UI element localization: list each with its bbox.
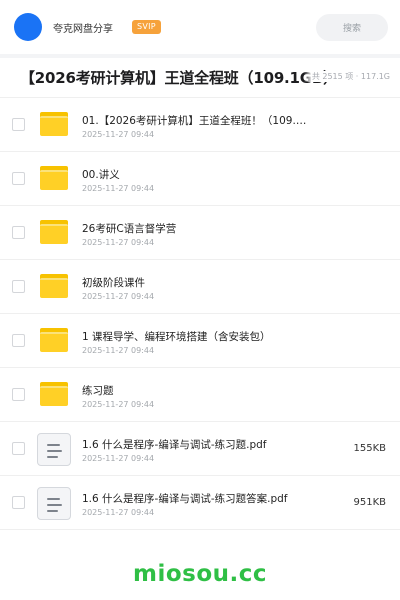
- item-date: 2025-11-27 09:44: [82, 508, 155, 517]
- folder-icon: [40, 382, 68, 406]
- item-date: 2025-11-27 09:44: [82, 292, 155, 301]
- item-name: 1.6 什么是程序-编译与调试-练习题.pdf: [82, 439, 267, 451]
- item-date: 2025-11-27 09:44: [82, 400, 155, 409]
- avatar[interactable]: [14, 13, 42, 41]
- folder-row[interactable]: 26考研C语言督学营 2025-11-27 09:44: [0, 206, 400, 260]
- folder-row[interactable]: 00.讲义 2025-11-27 09:44: [0, 152, 400, 206]
- page-title: 【2026考研计算机】王道全程班（109.1GB）: [20, 69, 338, 87]
- folder-icon: [40, 274, 68, 298]
- search-input[interactable]: 搜索: [316, 13, 388, 41]
- item-name: 26考研C语言督学营: [82, 223, 177, 235]
- document-icon: [37, 487, 71, 520]
- row-checkbox[interactable]: [12, 226, 25, 239]
- item-name: 初级阶段课件: [82, 277, 145, 289]
- row-checkbox[interactable]: [12, 280, 25, 293]
- file-row[interactable]: 1.6 什么是程序-编译与调试-练习题答案.pdf 2025-11-27 09:4…: [0, 476, 400, 530]
- folder-icon: [40, 112, 68, 136]
- item-size: 155KB: [353, 443, 386, 454]
- folder-row[interactable]: 初级阶段课件 2025-11-27 09:44: [0, 260, 400, 314]
- item-date: 2025-11-27 09:44: [82, 454, 155, 463]
- watermark: miosou.cc: [132, 561, 268, 587]
- footer: miosou.cc: [0, 548, 400, 600]
- item-date: 2025-11-27 09:44: [82, 130, 155, 139]
- row-checkbox[interactable]: [12, 442, 25, 455]
- item-date: 2025-11-27 09:44: [82, 238, 155, 247]
- row-checkbox[interactable]: [12, 172, 25, 185]
- svip-badge: SVIP: [132, 20, 161, 34]
- file-row[interactable]: 1.6 什么是程序-编译与调试-练习题.pdf 2025-11-27 09:44 1…: [0, 422, 400, 476]
- folder-row[interactable]: 01.【2026考研计算机】王道全程班！（109.1GB） 2025-11-27 …: [0, 98, 400, 152]
- site-name: 夸克网盘分享: [53, 23, 113, 35]
- folder-row[interactable]: 1 课程导学、编程环境搭建（含安装包） 2025-11-27 09:44: [0, 314, 400, 368]
- item-name: 练习题: [82, 385, 114, 397]
- item-size: 951KB: [353, 497, 386, 508]
- header: 夸克网盘分享 SVIP 搜索: [0, 0, 400, 54]
- document-icon: [37, 433, 71, 466]
- item-date: 2025-11-27 09:44: [82, 184, 155, 193]
- item-name: 1 课程导学、编程环境搭建（含安装包）: [82, 331, 271, 343]
- folder-row[interactable]: 练习题 2025-11-27 09:44: [0, 368, 400, 422]
- folder-icon: [40, 220, 68, 244]
- row-checkbox[interactable]: [12, 496, 25, 509]
- item-name: 00.讲义: [82, 169, 120, 181]
- file-list: 01.【2026考研计算机】王道全程班！（109.1GB） 2025-11-27 …: [0, 98, 400, 530]
- file-list-panel: 【2026考研计算机】王道全程班（109.1GB） 共 2515 项 · 117…: [0, 58, 400, 548]
- folder-icon: [40, 328, 68, 352]
- row-checkbox[interactable]: [12, 388, 25, 401]
- row-checkbox[interactable]: [12, 118, 25, 131]
- item-name: 1.6 什么是程序-编译与调试-练习题答案.pdf: [82, 493, 288, 505]
- item-date: 2025-11-27 09:44: [82, 346, 155, 355]
- row-checkbox[interactable]: [12, 334, 25, 347]
- title-bar: 【2026考研计算机】王道全程班（109.1GB） 共 2515 项 · 117…: [0, 58, 400, 98]
- search-placeholder: 搜索: [342, 23, 361, 34]
- item-count: 共 2515 项 · 117.1G: [303, 71, 390, 82]
- folder-icon: [40, 166, 68, 190]
- item-name: 01.【2026考研计算机】王道全程班！（109.1GB）: [82, 115, 310, 127]
